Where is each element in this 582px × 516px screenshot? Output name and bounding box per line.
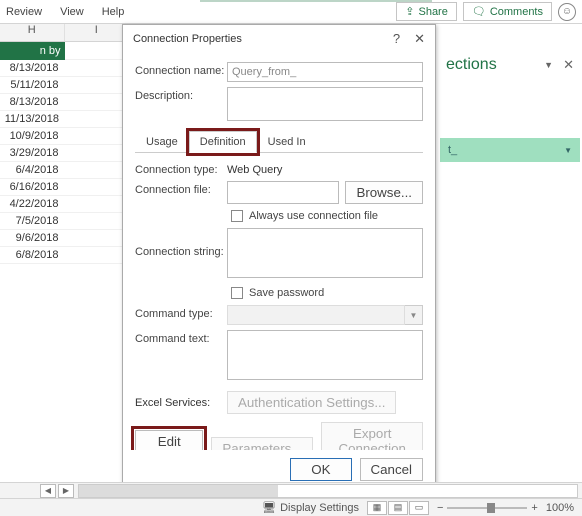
zoom-out-button[interactable]: − [437, 502, 443, 514]
connection-properties-dialog: Connection Properties ? ✕ Connection nam… [122, 24, 436, 490]
dialog-close-icon[interactable]: ✕ [414, 31, 425, 47]
excel-services-label: Excel Services: [135, 397, 219, 409]
table-cell[interactable] [65, 128, 130, 145]
dialog-tabs: Usage Definition Used In [135, 130, 423, 153]
tab-usage[interactable]: Usage [135, 131, 189, 153]
view-normal-icon[interactable]: ▦ [367, 501, 387, 515]
table-cell[interactable] [65, 111, 129, 128]
command-text-input[interactable] [227, 330, 423, 380]
table-cell[interactable]: 6/8/2018 [0, 247, 65, 264]
tab-used-in[interactable]: Used In [257, 131, 317, 153]
table-cell[interactable]: 8/13/2018 [0, 94, 65, 111]
connection-file-label: Connection file: [135, 181, 227, 196]
worksheet-area: H I n by 8/13/20185/11/20188/13/201811/1… [0, 24, 130, 496]
col-header-i[interactable]: I [65, 24, 130, 41]
cancel-button[interactable]: Cancel [360, 458, 424, 481]
display-settings-label: Display Settings [280, 502, 359, 514]
description-input[interactable] [227, 87, 423, 121]
pane-connection-item[interactable]: t_ ▼ [440, 138, 580, 162]
pane-close-icon[interactable]: ✕ [563, 57, 574, 73]
table-cell[interactable] [65, 247, 130, 264]
ribbon-tab-view[interactable]: View [60, 6, 84, 18]
export-connection-file-button[interactable]: Export Connection File... [321, 422, 423, 450]
pane-item-label: t_ [448, 144, 457, 156]
table-cell[interactable] [65, 162, 130, 179]
share-button[interactable]: ⇪ Share [396, 2, 457, 21]
connection-name-label: Connection name: [135, 62, 227, 77]
table-cell[interactable]: 5/11/2018 [0, 77, 65, 94]
command-type-label: Command type: [135, 305, 227, 320]
table-cell[interactable]: 4/22/2018 [0, 196, 65, 213]
command-text-label: Command text: [135, 330, 227, 345]
dialog-help-icon[interactable]: ? [393, 31, 400, 47]
connection-name-input[interactable] [227, 62, 423, 82]
connection-string-label: Connection string: [135, 228, 227, 258]
view-page-layout-icon[interactable]: ▤ [388, 501, 408, 515]
table-cell[interactable]: 7/5/2018 [0, 213, 65, 230]
monitor-icon: 🖥 [262, 501, 276, 514]
chevron-down-icon: ▼ [564, 146, 572, 155]
zoom-in-button[interactable]: + [531, 502, 537, 514]
horizontal-scrollbar[interactable] [78, 484, 578, 498]
ok-button[interactable]: OK [290, 458, 351, 481]
browse-button[interactable]: Browse... [345, 181, 423, 204]
chevron-down-icon[interactable]: ▼ [405, 305, 423, 325]
comments-button[interactable]: 🗨 Comments [463, 2, 552, 21]
col-header-h[interactable]: H [0, 24, 65, 41]
sheet-nav-left-icon[interactable]: ◀ [40, 484, 56, 498]
table-cell[interactable] [65, 77, 130, 94]
share-label: Share [418, 6, 447, 18]
table-cell[interactable] [65, 94, 130, 111]
table-cell[interactable] [65, 230, 130, 247]
ribbon-tab-review[interactable]: Review [6, 6, 42, 18]
table-cell[interactable] [65, 196, 130, 213]
share-icon: ⇪ [405, 5, 414, 18]
sheet-nav-right-icon[interactable]: ▶ [58, 484, 74, 498]
sheet-scroll-row: ◀ ▶ [0, 482, 582, 498]
table-header-cell[interactable]: n by [0, 42, 65, 60]
table-cell[interactable]: 11/13/2018 [0, 111, 65, 128]
dialog-title: Connection Properties [133, 33, 242, 45]
tab-definition[interactable]: Definition [189, 131, 257, 153]
connection-file-input[interactable] [227, 181, 339, 204]
comment-icon: 🗨 [472, 5, 486, 18]
parameters-button[interactable]: Parameters... [211, 437, 313, 450]
ribbon-tab-help[interactable]: Help [102, 6, 125, 18]
table-cell[interactable] [65, 42, 129, 60]
table-cell[interactable]: 6/4/2018 [0, 162, 65, 179]
side-pane: ections ▼ ✕ t_ ▼ [440, 52, 580, 162]
table-cell[interactable]: 6/16/2018 [0, 179, 65, 196]
status-bar: 🖥 Display Settings ▦ ▤ ▭ − + 100% [0, 498, 582, 516]
zoom-level[interactable]: 100% [546, 502, 574, 514]
view-page-break-icon[interactable]: ▭ [409, 501, 429, 515]
auth-settings-button[interactable]: Authentication Settings... [227, 391, 396, 414]
edit-query-button[interactable]: Edit Query... [135, 430, 203, 451]
zoom-slider[interactable] [447, 507, 527, 509]
pane-title: ections [446, 56, 497, 74]
connection-type-label: Connection type: [135, 161, 227, 176]
table-cell[interactable] [65, 179, 130, 196]
ribbon: Review View Help ⇪ Share 🗨 Comments ☺ [0, 0, 582, 24]
table-cell[interactable] [65, 213, 130, 230]
save-password-checkbox[interactable] [231, 287, 243, 299]
connection-type-value: Web Query [227, 161, 423, 176]
scroll-thumb[interactable] [79, 485, 278, 497]
table-cell[interactable] [65, 145, 130, 162]
always-use-label: Always use connection file [249, 210, 378, 222]
pane-menu-icon[interactable]: ▼ [544, 60, 553, 70]
display-settings-button[interactable]: 🖥 Display Settings [262, 501, 359, 514]
save-password-label: Save password [249, 287, 324, 299]
comments-label: Comments [490, 6, 543, 18]
command-type-select[interactable] [227, 305, 405, 325]
table-cell[interactable]: 3/29/2018 [0, 145, 65, 162]
table-cell[interactable] [65, 60, 130, 77]
table-cell[interactable]: 9/6/2018 [0, 230, 65, 247]
feedback-icon[interactable]: ☺ [558, 3, 576, 21]
table-cell[interactable]: 10/9/2018 [0, 128, 65, 145]
always-use-checkbox[interactable] [231, 210, 243, 222]
table-cell[interactable]: 8/13/2018 [0, 60, 65, 77]
description-label: Description: [135, 87, 227, 102]
connection-string-input[interactable] [227, 228, 423, 278]
